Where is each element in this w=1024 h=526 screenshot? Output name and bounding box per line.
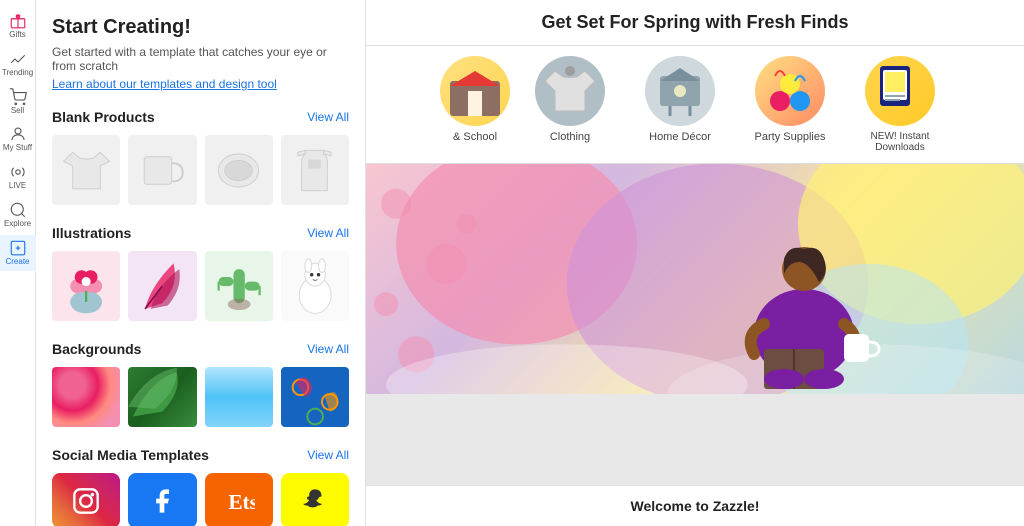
illustration-cactus[interactable] xyxy=(205,251,273,321)
backgrounds-view-all[interactable]: View All xyxy=(307,342,349,356)
background-tropical[interactable] xyxy=(128,367,196,427)
social-media-view-all[interactable]: View All xyxy=(307,448,349,462)
main-header: Get Set For Spring with Fresh Finds xyxy=(366,0,1024,46)
sidebar-item-sell[interactable]: Sell xyxy=(0,84,36,120)
blank-products-view-all[interactable]: View All xyxy=(307,110,349,124)
blank-product-pillow[interactable] xyxy=(205,135,273,205)
main-content: Get Set For Spring with Fresh Finds & Sc… xyxy=(366,0,1024,526)
sidebar-label-gifts: Gifts xyxy=(9,31,25,40)
illustrations-title: Illustrations xyxy=(52,225,131,241)
illustrations-header: Illustrations View All xyxy=(52,225,349,241)
blank-product-apron[interactable] xyxy=(281,135,349,205)
welcome-text: Welcome to Zazzle! xyxy=(631,498,760,514)
background-abstract-blue[interactable] xyxy=(205,367,273,427)
category-home-decor-label: Home Décor xyxy=(649,131,711,143)
backgrounds-title: Backgrounds xyxy=(52,341,141,357)
backgrounds-header: Backgrounds View All xyxy=(52,341,349,357)
category-instant-downloads[interactable]: NEW! Instant Downloads xyxy=(855,56,945,153)
sidebar-label-create: Create xyxy=(5,258,29,267)
sidebar-label-explore: Explore xyxy=(4,220,31,229)
social-etsy[interactable]: Etsy xyxy=(205,473,273,526)
illustration-floral-pink[interactable] xyxy=(52,251,120,321)
panel-title: Start Creating! xyxy=(52,16,349,39)
category-clothing-label: Clothing xyxy=(550,131,590,143)
background-floral[interactable] xyxy=(52,367,120,427)
blank-product-tshirt[interactable] xyxy=(52,135,120,205)
sidebar-label-sell: Sell xyxy=(11,107,24,116)
background-paisley[interactable] xyxy=(281,367,349,427)
backgrounds-grid xyxy=(52,367,349,427)
social-media-header: Social Media Templates View All xyxy=(52,447,349,463)
blank-product-mug[interactable] xyxy=(128,135,196,205)
social-media-title: Social Media Templates xyxy=(52,447,209,463)
illustration-llama[interactable] xyxy=(281,251,349,321)
illustrations-view-all[interactable]: View All xyxy=(307,226,349,240)
category-clothing[interactable]: Clothing xyxy=(525,56,615,153)
sidebar-item-explore[interactable]: Explore xyxy=(0,197,36,233)
blank-products-grid xyxy=(52,135,349,205)
sidebar-item-live[interactable]: LIVE xyxy=(0,159,36,195)
svg-text:Etsy: Etsy xyxy=(228,490,255,514)
sidebar-label-live: LIVE xyxy=(9,182,26,191)
sidebar-item-create[interactable]: Create xyxy=(0,235,36,271)
illustration-tropical-leaf[interactable] xyxy=(128,251,196,321)
spring-header-text: Get Set For Spring with Fresh Finds xyxy=(541,12,848,32)
category-party-supplies[interactable]: Party Supplies xyxy=(745,56,835,153)
social-media-grid: Etsy xyxy=(52,473,349,526)
sidebar-item-mystuff[interactable]: My Stuff xyxy=(0,121,36,157)
panel-subtitle: Get started with a template that catches… xyxy=(52,45,349,73)
sidebar-label-trending: Trending xyxy=(2,69,33,78)
template-design-link[interactable]: Learn about our templates and design too… xyxy=(52,77,349,91)
category-school-label: & School xyxy=(453,131,497,143)
social-facebook[interactable] xyxy=(128,473,196,526)
blank-products-header: Blank Products View All xyxy=(52,109,349,125)
illustrations-grid xyxy=(52,251,349,321)
sidebar: Gifts Trending Sell My Stuff LIVE Exp xyxy=(0,0,36,526)
category-school[interactable]: & School xyxy=(445,56,505,153)
create-panel: Start Creating! Get started with a templ… xyxy=(36,0,366,526)
sidebar-item-gifts[interactable]: Gifts xyxy=(0,8,36,44)
blank-products-title: Blank Products xyxy=(52,109,155,125)
category-party-supplies-label: Party Supplies xyxy=(755,131,826,143)
social-snapchat[interactable] xyxy=(281,473,349,526)
social-instagram[interactable] xyxy=(52,473,120,526)
category-home-decor[interactable]: Home Décor xyxy=(635,56,725,153)
category-instant-downloads-label: NEW! Instant Downloads xyxy=(855,131,945,153)
welcome-bar: Welcome to Zazzle! xyxy=(366,485,1024,526)
sidebar-item-trending[interactable]: Trending xyxy=(0,46,36,82)
categories-row: & School Clothing Home Déc xyxy=(366,46,1024,164)
spring-banner xyxy=(366,164,1024,394)
sidebar-label-mystuff: My Stuff xyxy=(3,144,32,153)
